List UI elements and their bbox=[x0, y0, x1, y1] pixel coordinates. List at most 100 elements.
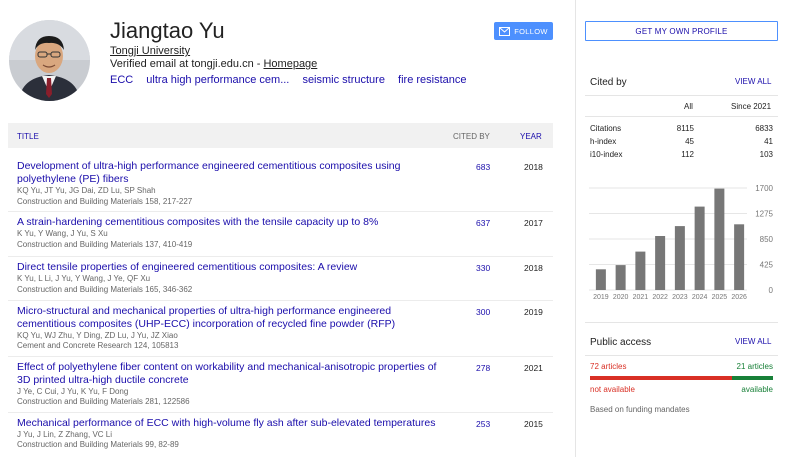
funding-mandates-note: Based on funding mandates bbox=[590, 405, 690, 414]
research-interests: ECC ultra high performance cem... seismi… bbox=[110, 74, 477, 86]
article-venue: Cement and Concrete Research 124, 105813 bbox=[17, 341, 179, 350]
interest-link[interactable]: seismic structure bbox=[302, 74, 385, 86]
bar-2025[interactable] bbox=[714, 188, 725, 290]
divider bbox=[585, 95, 778, 96]
article-authors: J Ye, C Cui, J Yu, K Yu, F Dong bbox=[17, 387, 129, 396]
article-title-link[interactable]: Development of ultra-high performance en… bbox=[17, 160, 437, 185]
table-row: A strain-hardening cementitious composit… bbox=[8, 216, 553, 252]
metric-all: 8115 bbox=[676, 124, 694, 133]
bar-2023[interactable] bbox=[674, 226, 685, 290]
x-tick-label: 2020 bbox=[613, 294, 629, 301]
metric-since: 41 bbox=[764, 137, 773, 146]
email-line: Verified email at tongji.edu.cn - Homepa… bbox=[110, 58, 317, 70]
article-title-link[interactable]: Mechanical performance of ECC with high-… bbox=[17, 417, 437, 430]
get-my-own-profile-button[interactable]: GET MY OWN PROFILE bbox=[585, 21, 778, 41]
metric-all: 112 bbox=[681, 150, 694, 159]
x-tick-label: 2022 bbox=[652, 294, 668, 301]
bar-2024[interactable] bbox=[694, 206, 705, 290]
article-title-link[interactable]: A strain-hardening cementitious composit… bbox=[17, 216, 437, 229]
available-count-link[interactable]: 21 articles bbox=[700, 362, 773, 371]
x-tick-label: 2019 bbox=[593, 294, 609, 301]
cited-by-count[interactable]: 683 bbox=[476, 162, 490, 172]
cited-by-count[interactable]: 278 bbox=[476, 363, 490, 373]
y-tick-label: 850 bbox=[760, 235, 774, 244]
available-label: available bbox=[741, 385, 773, 394]
article-authors: K Yu, Y Wang, J Yu, S Xu bbox=[17, 229, 108, 238]
email-text: Verified email at tongji.edu.cn - bbox=[110, 58, 264, 70]
col-since-header: Since 2021 bbox=[731, 102, 772, 111]
x-tick-label: 2024 bbox=[692, 294, 708, 301]
article-venue: Construction and Building Materials 137,… bbox=[17, 240, 193, 249]
x-tick-label: 2026 bbox=[731, 294, 747, 301]
citations-bar-chart: 1700 1275 850 425 0 2019 2020 2021 2022 2023 2024 2… bbox=[589, 184, 774, 301]
cited-by-count[interactable]: 330 bbox=[476, 263, 490, 273]
metric-since: 6833 bbox=[755, 124, 773, 133]
article-title-link[interactable]: Direct tensile properties of engineered … bbox=[17, 261, 437, 274]
profile-photo bbox=[9, 20, 90, 101]
public-access-bar bbox=[590, 376, 773, 380]
article-venue: Construction and Building Materials 158,… bbox=[17, 197, 193, 206]
article-authors: KQ Yu, JT Yu, JG Dai, ZD Lu, SP Shah bbox=[17, 186, 156, 195]
homepage-link[interactable]: Homepage bbox=[263, 58, 317, 70]
y-tick-label: 0 bbox=[769, 286, 774, 295]
citations-chart: 1700 1275 850 425 0 2019 2020 2021 2022 2023 2024 2… bbox=[585, 180, 785, 305]
sort-by-year[interactable]: YEAR bbox=[520, 132, 542, 141]
article-authors: K Yu, L Li, J Yu, Y Wang, J Ye, QF Xu bbox=[17, 274, 151, 283]
interest-link[interactable]: fire resistance bbox=[398, 74, 466, 86]
cited-by-heading: Cited by bbox=[590, 77, 627, 88]
y-tick-label: 1700 bbox=[755, 184, 773, 193]
y-tick-label: 1275 bbox=[755, 210, 773, 219]
x-tick-label: 2023 bbox=[672, 294, 688, 301]
article-year: 2018 bbox=[524, 263, 543, 273]
table-header: TITLE CITED BY YEAR bbox=[8, 123, 553, 148]
avatar bbox=[9, 20, 90, 101]
not-available-count-link[interactable]: 72 articles bbox=[590, 362, 626, 371]
table-row: Mechanical performance of ECC with high-… bbox=[8, 417, 553, 453]
follow-label: FOLLOW bbox=[514, 26, 548, 36]
bar-2021[interactable] bbox=[635, 251, 646, 290]
affiliation-link[interactable]: Tongji University bbox=[110, 45, 190, 57]
cited-by-count[interactable]: 637 bbox=[476, 218, 490, 228]
cited-by-count[interactable]: 253 bbox=[476, 419, 490, 429]
x-tick-label: 2025 bbox=[712, 294, 728, 301]
table-row: Development of ultra-high performance en… bbox=[8, 160, 553, 208]
article-venue: Construction and Building Materials 99, … bbox=[17, 440, 179, 449]
sort-by-title[interactable]: TITLE bbox=[17, 132, 39, 141]
metric-since: 103 bbox=[759, 150, 773, 159]
interest-link[interactable]: ultra high performance cem... bbox=[146, 74, 289, 86]
column-divider bbox=[575, 0, 576, 457]
profile-name: Jiangtao Yu bbox=[110, 18, 225, 43]
bar-2020[interactable] bbox=[615, 265, 626, 290]
divider bbox=[585, 116, 778, 117]
article-title-link[interactable]: Micro-structural and mechanical properti… bbox=[17, 305, 437, 330]
article-title-link[interactable]: Effect of polyethylene fiber content on … bbox=[17, 361, 437, 386]
article-year: 2017 bbox=[524, 218, 543, 228]
article-year: 2018 bbox=[524, 162, 543, 172]
sort-by-cited[interactable]: CITED BY bbox=[453, 132, 490, 141]
bar-2022[interactable] bbox=[655, 236, 666, 290]
follow-button[interactable]: FOLLOW bbox=[494, 22, 553, 40]
article-year: 2019 bbox=[524, 307, 543, 317]
metric-label: Citations bbox=[590, 124, 622, 133]
interest-link[interactable]: ECC bbox=[110, 74, 133, 86]
table-row: Direct tensile properties of engineered … bbox=[8, 261, 553, 297]
col-all-header: All bbox=[684, 102, 693, 111]
cited-by-count[interactable]: 300 bbox=[476, 307, 490, 317]
metric-label: i10-index bbox=[590, 150, 623, 159]
cited-by-view-all-link[interactable]: VIEW ALL bbox=[735, 77, 771, 86]
public-access-view-all-link[interactable]: VIEW ALL bbox=[735, 337, 771, 346]
not-available-fill bbox=[590, 376, 732, 380]
article-year: 2015 bbox=[524, 419, 543, 429]
x-tick-label: 2021 bbox=[633, 294, 649, 301]
metric-all: 45 bbox=[685, 137, 694, 146]
article-year: 2021 bbox=[524, 363, 543, 373]
not-available-label: not available bbox=[590, 385, 635, 394]
article-venue: Construction and Building Materials 165,… bbox=[17, 285, 193, 294]
article-venue: Construction and Building Materials 281,… bbox=[17, 397, 190, 406]
divider bbox=[585, 355, 778, 356]
bar-2019[interactable] bbox=[595, 269, 606, 290]
article-authors: J Yu, J Lin, Z Zhang, VC Li bbox=[17, 430, 113, 439]
table-row: Micro-structural and mechanical properti… bbox=[8, 305, 553, 353]
bar-2026[interactable] bbox=[734, 224, 745, 290]
y-tick-label: 425 bbox=[760, 261, 774, 270]
